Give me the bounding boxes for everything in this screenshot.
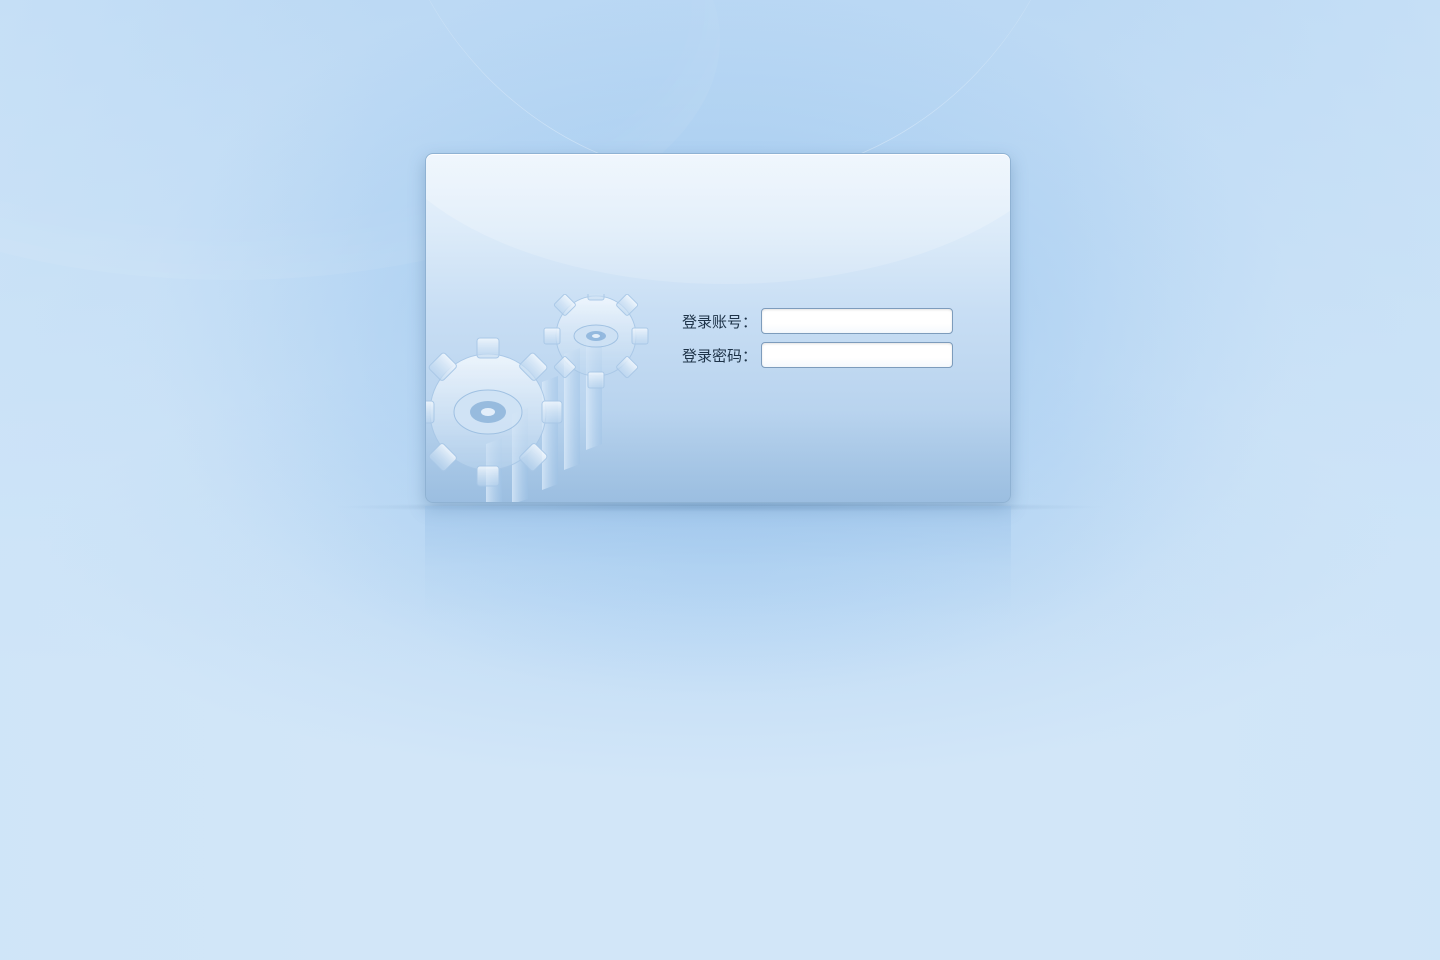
account-label: 登录账号： xyxy=(682,312,758,331)
background-haze-left xyxy=(0,0,380,960)
gears-icon xyxy=(426,294,649,502)
password-row: 登录密码： xyxy=(682,338,953,372)
panel-reflection xyxy=(425,506,1011,616)
bar-chart-art xyxy=(486,328,602,502)
panel-shadow xyxy=(330,502,1110,512)
panel-gloss xyxy=(426,154,1010,284)
background-haze-right xyxy=(1060,0,1440,960)
password-input[interactable] xyxy=(761,342,953,368)
login-form: 登录账号： 登录密码： xyxy=(682,304,953,372)
account-row: 登录账号： xyxy=(682,304,953,338)
panel-bottom-shade xyxy=(426,412,1010,502)
account-input[interactable] xyxy=(761,308,953,334)
password-label: 登录密码： xyxy=(682,346,758,365)
login-panel: 登录账号： 登录密码： xyxy=(425,153,1011,503)
